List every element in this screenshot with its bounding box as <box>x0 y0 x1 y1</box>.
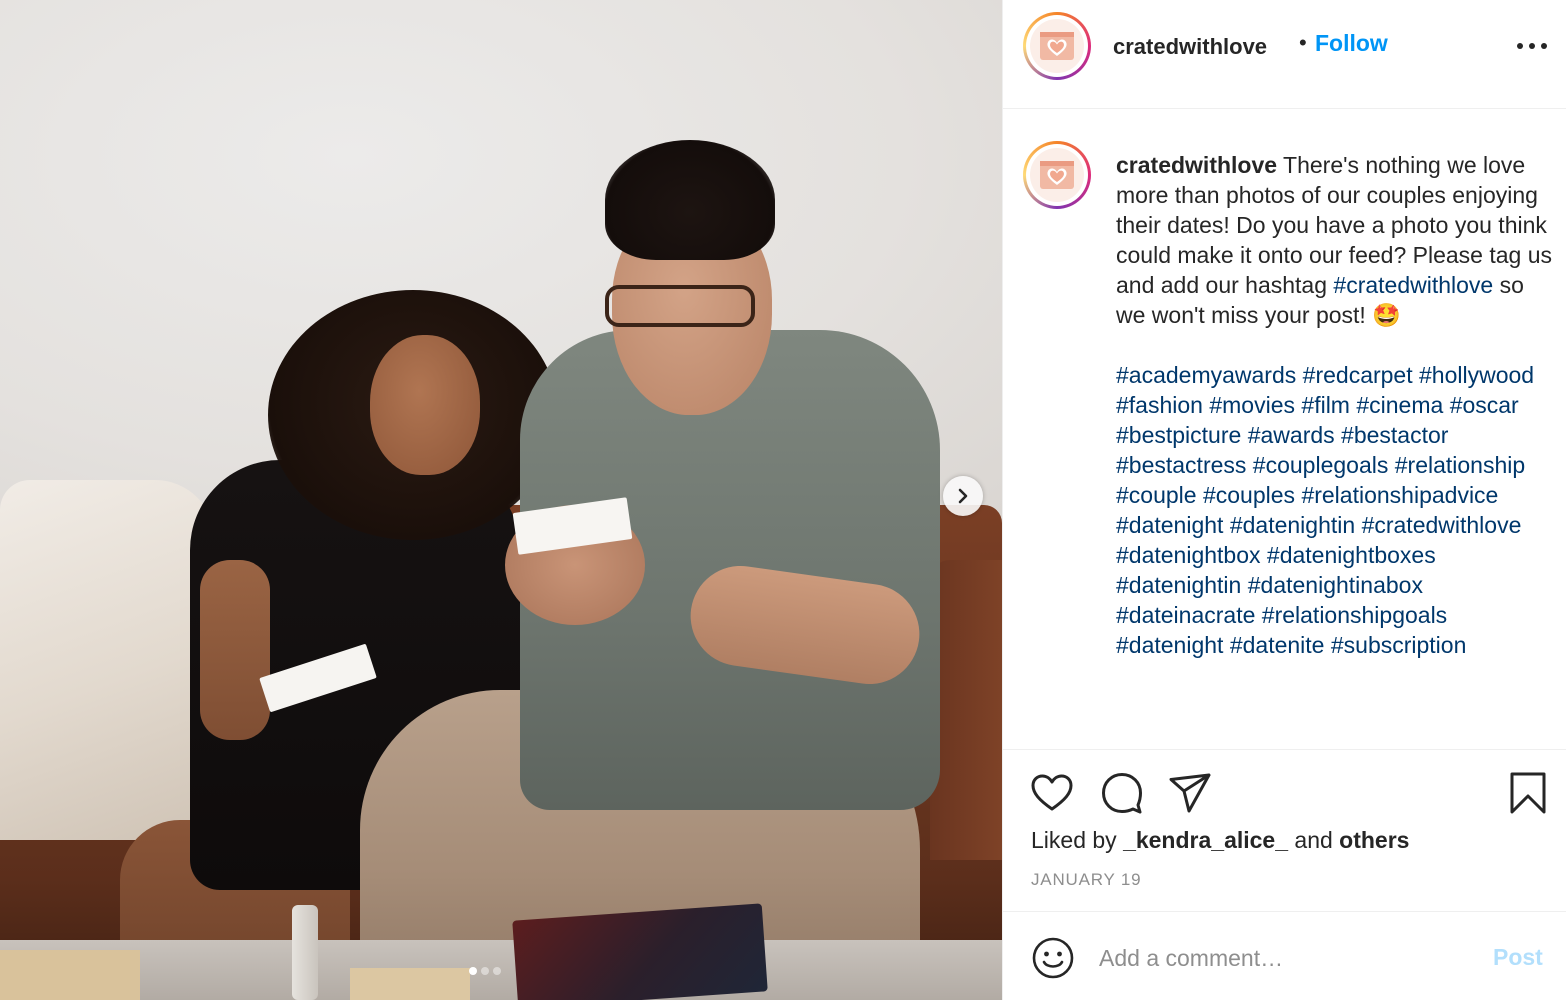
hashtag-link[interactable]: #datenite <box>1230 632 1325 658</box>
hashtag-link[interactable]: #couplegoals <box>1253 452 1389 478</box>
photo-man-hair <box>605 140 775 260</box>
hashtag-link[interactable]: #bestactor <box>1341 422 1448 448</box>
hashtag-link[interactable]: #datenightin <box>1230 512 1355 538</box>
hashtag-link[interactable]: #couples <box>1203 482 1295 508</box>
emoji-icon <box>1032 937 1074 979</box>
comment-icon <box>1102 773 1142 814</box>
caption-text: cratedwithlove There's nothing we love m… <box>1116 150 1556 660</box>
likes-and: and <box>1294 827 1333 853</box>
likes-summary: Liked by _kendra_alice_ and others <box>1031 827 1409 854</box>
crate-heart-logo-icon <box>1040 32 1074 60</box>
comment-input[interactable] <box>1099 938 1469 978</box>
more-options-icon <box>1517 43 1523 49</box>
hashtag-link[interactable]: #film <box>1301 392 1350 418</box>
header-username[interactable]: cratedwithlove <box>1113 34 1267 60</box>
liked-by-user[interactable]: _kendra_alice_ <box>1123 827 1288 853</box>
photo-woman-face <box>370 335 480 475</box>
photo-man-glasses <box>605 285 755 327</box>
hashtag-link[interactable]: #couple <box>1116 482 1197 508</box>
post-comment-button[interactable]: Post <box>1493 944 1543 971</box>
carousel-next-button[interactable] <box>943 476 983 516</box>
likes-others-link[interactable]: others <box>1339 827 1409 853</box>
photo-blanket <box>0 480 215 840</box>
post-actions: Liked by _kendra_alice_ and others JANUA… <box>1003 752 1566 912</box>
hashtag-link[interactable]: #datenight <box>1116 632 1223 658</box>
follow-button[interactable]: Follow <box>1315 30 1388 57</box>
hashtag-link[interactable]: #movies <box>1209 392 1295 418</box>
photo-sofa-arm <box>930 560 1002 860</box>
hashtag-link[interactable]: #relationship <box>1395 452 1525 478</box>
photo-hourglass <box>292 905 318 1000</box>
chevron-right-icon <box>958 488 968 504</box>
carousel-dot <box>469 967 477 975</box>
photo-gift-box <box>512 903 768 1000</box>
photo-woman-arm <box>200 560 270 740</box>
crate-heart-logo-icon <box>1040 161 1074 189</box>
hashtag-link[interactable]: #dateinacrate <box>1116 602 1255 628</box>
caption-username[interactable]: cratedwithlove <box>1116 152 1277 178</box>
caption-hashtag[interactable]: #cratedwithlove <box>1333 272 1493 298</box>
hashtag-link[interactable]: #redcarpet <box>1303 362 1413 388</box>
carousel-dot <box>493 967 501 975</box>
photo-envelope <box>350 968 470 1000</box>
heart-icon <box>1031 774 1073 811</box>
hashtag-link[interactable]: #fashion <box>1116 392 1203 418</box>
emoji-button[interactable] <box>1031 936 1075 980</box>
save-button[interactable] <box>1505 770 1551 816</box>
hashtag-link[interactable]: #academyawards <box>1116 362 1296 388</box>
share-icon <box>1169 773 1211 813</box>
hashtag-link[interactable]: #datenightboxes <box>1267 542 1436 568</box>
carousel-dots <box>469 967 501 975</box>
share-button[interactable] <box>1167 770 1213 816</box>
hashtag-link[interactable]: #datenight <box>1116 512 1223 538</box>
post-sidebar: cratedwithlove • Follow cratedwithlove T… <box>1002 0 1566 1000</box>
hashtag-link[interactable]: #datenightinabox <box>1248 572 1423 598</box>
hashtag-link[interactable]: #awards <box>1248 422 1335 448</box>
hashtag-link[interactable]: #oscar <box>1450 392 1519 418</box>
hashtag-link[interactable]: #relationshipgoals <box>1262 602 1447 628</box>
bookmark-icon <box>1510 772 1546 814</box>
like-button[interactable] <box>1029 770 1075 816</box>
comment-composer: Post <box>1003 912 1566 1000</box>
likes-prefix: Liked by <box>1031 827 1117 853</box>
carousel-dot <box>481 967 489 975</box>
post-header: cratedwithlove • Follow <box>1003 0 1566 109</box>
hashtag-link[interactable]: #subscription <box>1331 632 1467 658</box>
hashtag-link[interactable]: #bestpicture <box>1116 422 1241 448</box>
avatar[interactable] <box>1023 141 1091 209</box>
photo-envelope <box>0 950 140 1000</box>
hashtag-link[interactable]: #bestactress <box>1116 452 1246 478</box>
comment-button[interactable] <box>1099 770 1145 816</box>
hashtag-list: #academyawards #redcarpet #hollywood #fa… <box>1116 360 1556 660</box>
hashtag-link[interactable]: #cinema <box>1356 392 1443 418</box>
avatar[interactable] <box>1023 12 1091 80</box>
hashtag-link[interactable]: #relationshipadvice <box>1301 482 1498 508</box>
header-separator: • <box>1299 30 1307 55</box>
hashtag-link[interactable]: #cratedwithlove <box>1362 512 1522 538</box>
post-date[interactable]: JANUARY 19 <box>1031 870 1141 890</box>
hashtag-link[interactable]: #hollywood <box>1419 362 1534 388</box>
post-caption: cratedwithlove There's nothing we love m… <box>1003 110 1566 750</box>
hashtag-link[interactable]: #datenightbox <box>1116 542 1261 568</box>
post-photo[interactable] <box>0 0 1002 1000</box>
photo-table <box>0 940 1002 1000</box>
hashtag-link[interactable]: #datenightin <box>1116 572 1241 598</box>
more-options-button[interactable] <box>1517 36 1547 56</box>
